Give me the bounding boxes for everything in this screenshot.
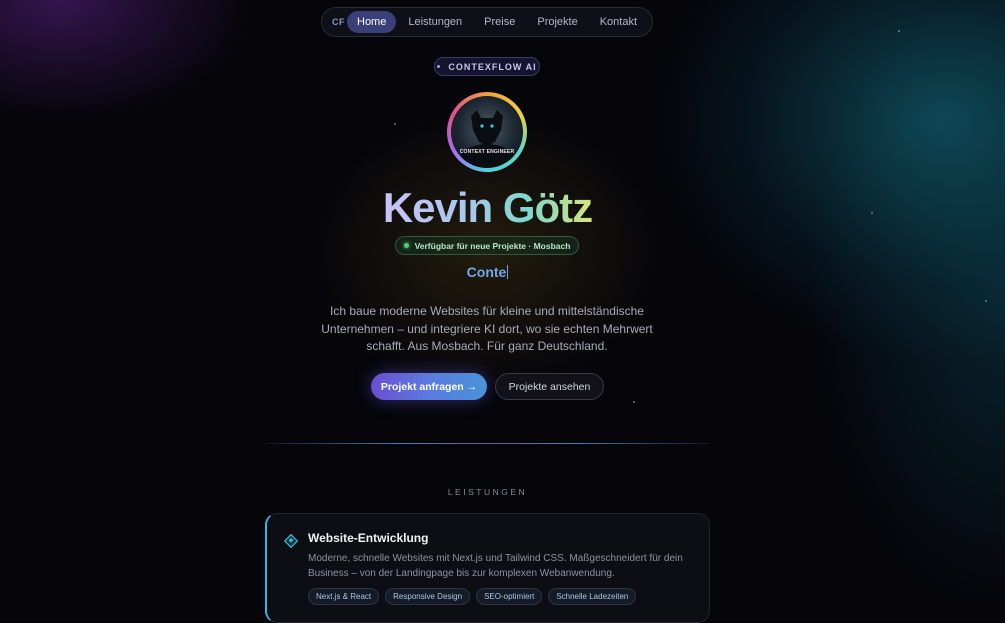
text-cursor [507, 265, 509, 279]
tag: Responsive Design [385, 588, 471, 605]
tag: Next.js & React [308, 588, 380, 605]
hero-description: Ich baue moderne Websites für kleine und… [321, 304, 653, 353]
brand-badge: CONTEXFLOW AI [434, 57, 540, 76]
badge-dot-icon [437, 65, 441, 68]
request-project-button[interactable]: Projekt anfragen → [371, 373, 487, 400]
avatar: CONTEXT ENGINEER [447, 92, 527, 172]
view-projects-button[interactable]: Projekte ansehen [495, 373, 604, 400]
brand-badge-label: CONTEXFLOW AI [448, 61, 537, 72]
service-card-text: Moderne, schnelle Websites mit Next.js u… [308, 553, 683, 579]
top-navigation: CF Home Leistungen Preise Projekte Konta… [321, 7, 653, 37]
star-dot [633, 401, 635, 403]
hero-name: Kevin Götz [0, 184, 975, 232]
background-purple-glow [0, 0, 1005, 599]
background-teal-glow [0, 0, 1005, 599]
tag: Schnelle Ladezeiten [548, 588, 637, 605]
service-card-title: Website-Entwicklung [308, 531, 429, 545]
avatar-image: CONTEXT ENGINEER [451, 96, 523, 168]
background-gold-glow [0, 0, 1005, 599]
star-dot [394, 123, 396, 125]
section-divider [265, 443, 710, 444]
star-dot [985, 300, 987, 302]
star-dot [898, 30, 900, 32]
typewriter-text: Conte [0, 264, 975, 280]
service-card-tags: Next.js & React Responsive Design SEO-op… [308, 588, 637, 605]
nav-item-leistungen[interactable]: Leistungen [398, 11, 472, 33]
typed-text: Conte [466, 264, 507, 280]
status-dot-icon [403, 243, 409, 248]
background-teal-glow-secondary [0, 0, 1005, 599]
nav-item-projekte[interactable]: Projekte [527, 11, 587, 33]
availability-badge: Verfügbar für neue Projekte · Mosbach [395, 236, 579, 255]
nav-item-kontakt[interactable]: Kontakt [590, 11, 647, 33]
hero-name-text: Kevin Götz [382, 184, 593, 231]
panther-icon [461, 110, 513, 168]
diamond-icon [283, 533, 299, 549]
nav-item-preise[interactable]: Preise [474, 11, 525, 33]
nav-logo[interactable]: CF [332, 17, 345, 27]
service-card[interactable]: Website-Entwicklung Moderne, schnelle We… [265, 513, 710, 623]
tag: SEO-optimiert [476, 588, 543, 605]
avatar-caption: CONTEXT ENGINEER [459, 149, 515, 155]
nav-item-home[interactable]: Home [347, 11, 397, 33]
availability-text: Verfügbar für neue Projekte · Mosbach [414, 240, 571, 251]
section-label-leistungen: LEISTUNGEN [447, 487, 528, 497]
